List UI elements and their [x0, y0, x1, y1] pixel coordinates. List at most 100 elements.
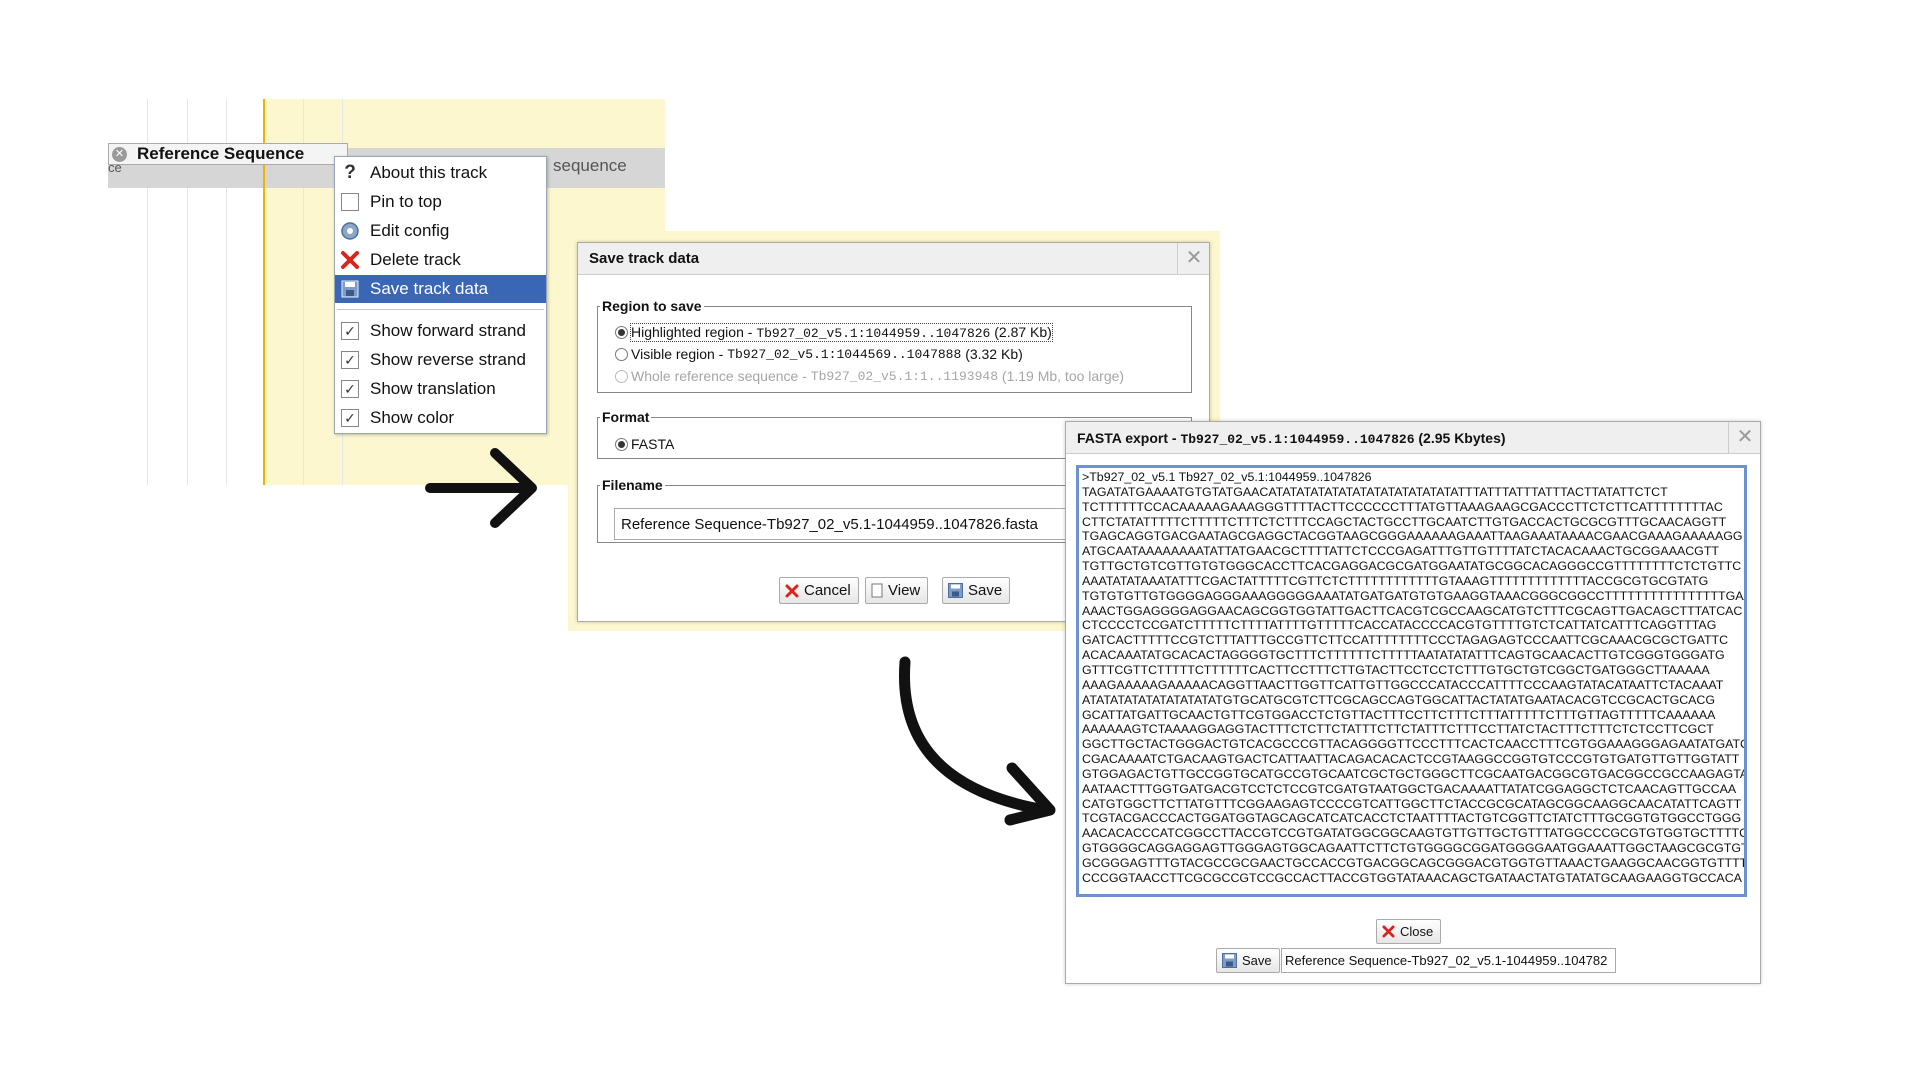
fasta-sequence-line: ACACAAATATGCACACTAGGGGTGCTTTCTTTTTTCTTTT… [1082, 648, 1725, 663]
menu-item-show-forward-strand[interactable]: ✓ Show forward strand [335, 317, 546, 345]
close-track-icon[interactable]: ✕ [112, 146, 127, 162]
fasta-sequence-line: ATGCAATAAAAAAAATATTATGAACGCTTTTATTCTCCCG… [1082, 544, 1719, 559]
region-locus: Tb927_02_v5.1:1..1193948 [810, 368, 999, 384]
format-label: FASTA [631, 436, 675, 452]
fasta-sequence-line: GGCTTGCTACTGGGACTGTCACGCCCGTTACAGGGGTTCC… [1082, 737, 1747, 752]
close-button[interactable]: Close [1376, 919, 1442, 944]
checkbox-checked-icon[interactable]: ✓ [339, 378, 361, 400]
fasta-sequence-line: TCGTACGACCCACTGGATGGTAGCAGCATCATCACCTCTA… [1082, 811, 1742, 826]
track-background-text: sequence [553, 156, 627, 175]
region-locus: Tb927_02_v5.1:1044569..1047888 [727, 346, 962, 362]
close-x-icon [1382, 925, 1395, 938]
fasta-sequence-line: CTTCTATATTTTTCTTTTTCTTTCTCTTTCCAGCTACTGC… [1082, 514, 1727, 529]
fasta-header-line: >Tb927_02_v5.1 Tb927_02_v5.1:1044959..10… [1082, 470, 1372, 484]
floppy-disk-icon [948, 583, 963, 598]
fasta-sequence-line: AACACACCCATCGGCCTTACCGTCCGTGATATGGCGGCAA… [1082, 826, 1747, 841]
menu-separator [337, 309, 544, 310]
checkbox-checked-icon[interactable]: ✓ [339, 407, 361, 429]
radio-button[interactable] [615, 326, 628, 339]
save-filename-input[interactable]: Reference Sequence-Tb927_02_v5.1-1044959… [1281, 948, 1616, 973]
save-button[interactable]: Save [942, 577, 1011, 604]
curved-arrow-icon [898, 656, 1056, 826]
cancel-button[interactable]: Cancel [779, 577, 859, 604]
fasta-sequence-line: CTCCCCTCCGATCTTTTTCTTTTATTTTGTTTTTCACCAT… [1082, 618, 1717, 633]
fasta-sequence-line: GTTTCGTTCTTTTTCTTTTTTCACTTCCTTTCTTGTACTT… [1082, 662, 1710, 677]
region-size: (2.87 Kb) [994, 324, 1052, 340]
fasta-sequence-line: CCCGGTAACCTTCGCGCCGTCCGCCACTTACCGTGGTATA… [1082, 870, 1742, 885]
radio-whole-reference: Whole reference sequence - Tb927_02_v5.1… [615, 368, 1124, 384]
menu-item-edit-config[interactable]: Edit config [335, 217, 546, 245]
fasta-sequence-line: AAAGAAAAAGAAAAACAGGTTAACTTGGTTCATTGTTGGC… [1082, 677, 1724, 692]
fasta-sequence-line: AATAACTTTGGTGATGACGTCCTCTCCGTCGATGTAATGG… [1082, 781, 1737, 796]
dialog-title: Save track data [578, 243, 1209, 275]
menu-item-pin-to-top[interactable]: Pin to top [335, 188, 546, 216]
radio-highlighted-region[interactable]: Highlighted region - Tb927_02_v5.1:10449… [615, 323, 1053, 342]
button-label: Save [1242, 953, 1272, 968]
fasta-sequence-text: >Tb927_02_v5.1 Tb927_02_v5.1:1044959..10… [1082, 470, 1747, 886]
fasta-sequence-line: TGAGCAGGTGACGAATAGCGAGGCTACGGTAAGCGGGAAA… [1082, 529, 1743, 544]
title-size: (2.95 Kbytes) [1414, 430, 1506, 446]
fasta-textarea[interactable]: >Tb927_02_v5.1 Tb927_02_v5.1:1044959..10… [1076, 465, 1747, 897]
menu-item-label: Edit config [370, 221, 450, 240]
floppy-disk-icon [339, 278, 361, 300]
region-legend: Region to save [602, 298, 702, 314]
fasta-sequence-line: TGTTGCTGTCGTTGTGTGGGCACCTTCACGAGGACGCGAT… [1082, 559, 1742, 574]
fasta-sequence-line: GATCACTTTTTCCGTCTTTATTTGCCGTTCTTCCATTTTT… [1082, 633, 1729, 648]
view-button[interactable]: View [865, 577, 929, 604]
fasta-sequence-line: AAACTGGAGGGGAGGAACAGCGGTGGTATTGACTTCACGT… [1082, 603, 1743, 618]
menu-item-about-track[interactable]: ? About this track [335, 159, 546, 187]
menu-item-show-color[interactable]: ✓ Show color [335, 404, 546, 432]
close-icon[interactable]: ✕ [1177, 243, 1210, 275]
filename-legend: Filename [602, 477, 663, 493]
radio-button[interactable] [615, 347, 628, 361]
menu-item-label: Show forward strand [370, 321, 526, 340]
menu-item-save-track-data[interactable]: Save track data [335, 275, 546, 303]
button-label: Save [968, 582, 1003, 599]
menu-item-label: Pin to top [370, 192, 442, 211]
track-label-text: Reference Sequence [137, 144, 305, 163]
radio-button[interactable] [615, 437, 628, 451]
track-label[interactable]: ✕ Reference Sequence [108, 143, 348, 165]
fasta-sequence-line: TGTGTGTTGTGGGGAGGGAAAGGGGGAAATATGATGATGT… [1082, 588, 1747, 603]
floppy-disk-icon [1222, 953, 1237, 968]
gear-icon [339, 220, 361, 242]
menu-item-label: Show translation [370, 379, 496, 398]
fasta-sequence-line: GCGGGAGTTTGTACGCCGCGAACTGCCACCGTGACGGCAG… [1082, 855, 1747, 870]
menu-item-show-reverse-strand[interactable]: ✓ Show reverse strand [335, 346, 546, 374]
fasta-sequence-line: CATGTGGCTTCTTATGTTTCGGAAGAGTCCCCGTCATTGG… [1082, 796, 1742, 811]
menu-item-label: Show color [370, 408, 455, 427]
fasta-sequence-line: AAAAAAGTCTAAAAGGAGGTACTTTCTCTTCTATTTCTTC… [1082, 722, 1714, 737]
fasta-export-dialog: FASTA export - Tb927_02_v5.1:1044959..10… [1065, 421, 1761, 984]
menu-item-show-translation[interactable]: ✓ Show translation [335, 375, 546, 403]
menu-item-delete-track[interactable]: Delete track [335, 246, 546, 274]
checkbox-checked-icon[interactable]: ✓ [339, 320, 361, 342]
radio-button-disabled [615, 369, 628, 383]
right-arrow-icon [425, 448, 537, 528]
fasta-sequence-line: TAGATATGAAAATGTGTATGAACATATATATATATATATA… [1082, 484, 1668, 499]
fasta-sequence-line: GCATTATGATTGCAACTGTTCGTGGACCTCTGTTACTTTC… [1082, 707, 1716, 722]
title-prefix: FASTA export - [1077, 430, 1181, 446]
fasta-sequence-line: TCTTTTTTCCACAAAAAGAAAGGGTTTTACTTCCCCCCTT… [1082, 499, 1723, 514]
checkbox-checked-icon[interactable]: ✓ [339, 349, 361, 371]
save-fasta-button[interactable]: Save [1216, 948, 1280, 973]
track-context-menu: ? About this track Pin to top Edit confi… [334, 156, 547, 434]
region-size: (1.19 Mb, too large) [1001, 368, 1125, 384]
radio-visible-region[interactable]: Visible region - Tb927_02_v5.1:1044569..… [615, 346, 1023, 362]
radio-format-fasta[interactable]: FASTA [615, 436, 674, 452]
help-icon: ? [344, 162, 356, 183]
fasta-sequence-line: AAATATATAAATATTTCGACTATTTTTCGTTCTCTTTTTT… [1082, 573, 1709, 588]
button-label: View [888, 582, 921, 599]
fasta-sequence-line: ATATATATATATATATATATGTGCATGCGTCTTCGCAGCC… [1082, 692, 1716, 707]
button-label: Close [1400, 924, 1434, 939]
close-icon[interactable]: ✕ [1728, 422, 1761, 454]
fasta-sequence-line: CGACAAAATCTGACAAGTGACTCATTAATTACAGACACAC… [1082, 752, 1740, 767]
button-label: Cancel [804, 582, 851, 599]
region-label: Visible region [631, 346, 715, 362]
region-size: (3.32 Kb) [965, 346, 1023, 362]
document-icon [871, 583, 883, 598]
menu-item-label: Delete track [370, 250, 461, 269]
region-label: Highlighted region [631, 324, 744, 340]
fasta-sequence-line: GTGGAGACTGTTGCCGGTGCATGCCGTGCAATCGCTGCTG… [1082, 766, 1747, 781]
pin-checkbox-icon [339, 191, 361, 213]
menu-item-label: Save track data [370, 279, 489, 298]
